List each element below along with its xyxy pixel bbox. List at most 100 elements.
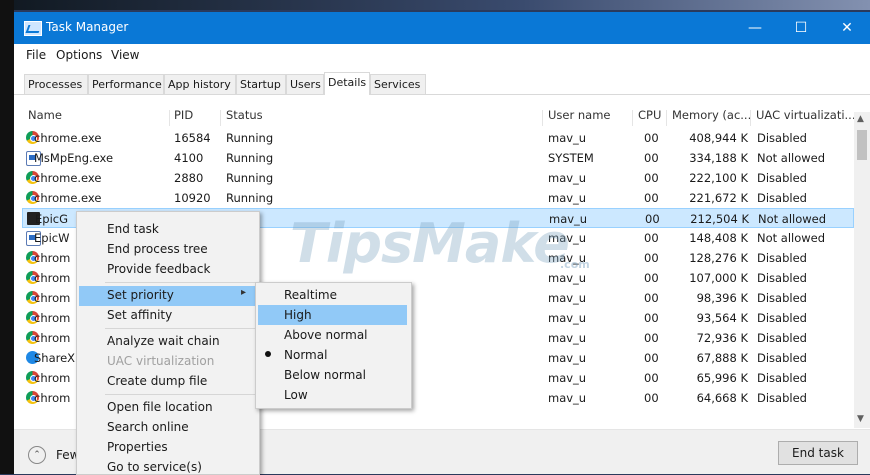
- process-name: chrom: [34, 331, 71, 345]
- tab-services[interactable]: Services: [370, 74, 426, 94]
- tab-startup[interactable]: Startup: [236, 74, 286, 94]
- process-cpu: 00: [644, 331, 659, 345]
- priority-low[interactable]: Low: [284, 388, 308, 402]
- tab-users[interactable]: Users: [286, 74, 324, 94]
- menu-view[interactable]: View: [111, 48, 139, 62]
- process-memory: 107,000 K: [689, 271, 748, 285]
- process-cpu: 00: [644, 271, 659, 285]
- process-memory: 93,564 K: [696, 311, 748, 325]
- priority-realtime[interactable]: Realtime: [284, 288, 337, 302]
- menu-item-set-priority[interactable]: Set priority: [107, 288, 174, 302]
- process-user: mav_u: [548, 311, 587, 325]
- process-cpu: 00: [644, 291, 659, 305]
- process-memory: 64,668 K: [696, 391, 748, 405]
- process-name: EpicW: [34, 231, 70, 245]
- maximize-button[interactable]: ☐: [778, 12, 824, 44]
- process-status: Running: [226, 131, 274, 145]
- menu-item-set-affinity[interactable]: Set affinity: [107, 308, 172, 322]
- process-name: MsMpEng.exe: [34, 151, 114, 165]
- process-name: EpicG: [35, 212, 68, 226]
- process-cpu: 00: [644, 351, 659, 365]
- tab-performance[interactable]: Performance: [88, 74, 164, 94]
- menu-item-provide-feedback[interactable]: Provide feedback: [107, 262, 210, 276]
- menu-file[interactable]: File: [26, 48, 46, 62]
- process-name: chrome.exe: [34, 131, 102, 145]
- menu-options[interactable]: Options: [56, 48, 102, 62]
- menu-item-go-to-services[interactable]: Go to service(s): [107, 460, 202, 474]
- process-name: chrome.exe: [34, 191, 102, 205]
- submenu-highlight: [258, 305, 407, 325]
- process-name: chrome.exe: [34, 171, 102, 185]
- column-header-status[interactable]: Status: [226, 108, 263, 122]
- process-user: mav_u: [548, 391, 587, 405]
- column-separator: [542, 110, 543, 126]
- process-memory: 128,276 K: [689, 251, 748, 265]
- title-bar[interactable]: Task Manager — ☐ ✕: [14, 12, 870, 44]
- end-task-button[interactable]: End task: [778, 441, 858, 465]
- close-button[interactable]: ✕: [824, 12, 870, 44]
- process-user: mav_u: [548, 171, 587, 185]
- chevron-up-icon[interactable]: ⌃: [28, 446, 46, 464]
- process-memory: 221,672 K: [689, 191, 748, 205]
- watermark-suffix: .com: [560, 258, 590, 271]
- menu-separator: [105, 328, 255, 329]
- column-header-uac[interactable]: UAC virtualizati...: [756, 108, 856, 122]
- process-uac: Disabled: [757, 271, 807, 285]
- scroll-up-arrow-icon[interactable]: ▲: [857, 114, 864, 124]
- priority-above-normal[interactable]: Above normal: [284, 328, 368, 342]
- process-uac: Not allowed: [757, 151, 826, 165]
- column-separator: [666, 110, 667, 126]
- menu-item-open-file-location[interactable]: Open file location: [107, 400, 213, 414]
- menu-item-analyze-wait-chain[interactable]: Analyze wait chain: [107, 334, 220, 348]
- priority-normal[interactable]: Normal: [284, 348, 327, 362]
- column-separator: [220, 110, 221, 126]
- table-row[interactable]: MsMpEng.exe 4100 Running SYSTEM 00 334,188 K N…: [22, 148, 854, 168]
- process-pid: 10920: [174, 191, 211, 205]
- process-user: mav_u: [548, 191, 587, 205]
- process-user: mav_u: [548, 231, 587, 245]
- scroll-down-arrow-icon[interactable]: ▼: [857, 414, 864, 424]
- column-header-cpu[interactable]: CPU: [638, 108, 661, 122]
- column-header-pid[interactable]: PID: [174, 108, 193, 122]
- table-row[interactable]: chrome.exe 16584 Running mav_u 00 408,944 K Di…: [22, 128, 854, 148]
- process-status: Running: [226, 191, 274, 205]
- priority-below-normal[interactable]: Below normal: [284, 368, 366, 382]
- process-uac: Disabled: [757, 131, 807, 145]
- process-name: chrom: [34, 391, 71, 405]
- tab-details[interactable]: Details: [324, 72, 370, 95]
- menu-item-end-process-tree[interactable]: End process tree: [107, 242, 208, 256]
- task-manager-icon: [24, 21, 42, 36]
- process-name: chrom: [34, 291, 71, 305]
- process-memory: 67,888 K: [696, 351, 748, 365]
- menu-item-search-online[interactable]: Search online: [107, 420, 189, 434]
- menu-item-properties[interactable]: Properties: [107, 440, 168, 454]
- process-pid: 2880: [174, 171, 204, 185]
- minimize-button[interactable]: —: [732, 12, 778, 44]
- menu-item-create-dump-file[interactable]: Create dump file: [107, 374, 207, 388]
- process-user: mav_u: [548, 131, 587, 145]
- tab-app-history[interactable]: App history: [164, 74, 236, 94]
- column-header-user-name[interactable]: User name: [548, 108, 610, 122]
- process-status: Running: [226, 151, 274, 165]
- process-uac: Disabled: [757, 171, 807, 185]
- tab-processes[interactable]: Processes: [24, 74, 88, 94]
- scrollbar-thumb[interactable]: [857, 130, 867, 160]
- column-separator: [750, 110, 751, 126]
- process-uac: Not allowed: [757, 231, 826, 245]
- process-memory: 408,944 K: [689, 131, 748, 145]
- table-row[interactable]: chrome.exe 10920 Running mav_u 00 221,672 K Di…: [22, 188, 854, 208]
- desktop-background: [0, 0, 870, 10]
- priority-submenu: Realtime High Above normal Normal Below …: [255, 282, 412, 409]
- process-name: chrom: [34, 251, 71, 265]
- process-memory: 65,996 K: [696, 371, 748, 385]
- column-header-name[interactable]: Name: [28, 108, 62, 122]
- process-cpu: 00: [644, 171, 659, 185]
- table-row[interactable]: chrome.exe 2880 Running mav_u 00 222,100 K Dis…: [22, 168, 854, 188]
- priority-high[interactable]: High: [284, 308, 312, 322]
- column-header-memory[interactable]: Memory (ac...: [672, 108, 751, 122]
- process-memory: 222,100 K: [689, 171, 748, 185]
- process-uac: Disabled: [757, 191, 807, 205]
- process-uac: Disabled: [757, 291, 807, 305]
- menu-item-end-task[interactable]: End task: [107, 222, 159, 236]
- process-user: mav_u: [548, 291, 587, 305]
